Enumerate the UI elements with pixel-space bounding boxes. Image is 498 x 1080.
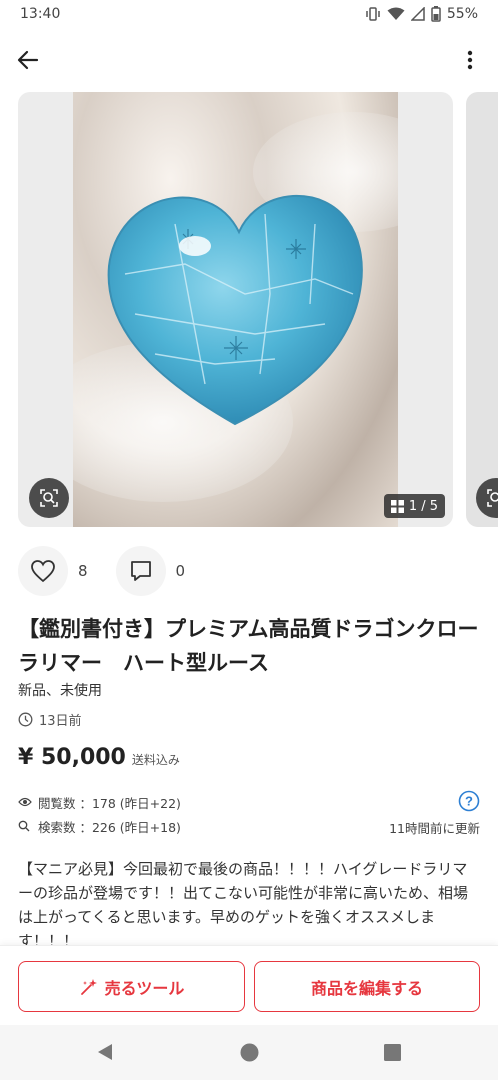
status-icons: 55% <box>365 6 478 22</box>
comment-count: 0 <box>175 562 186 580</box>
search-icon <box>18 820 32 832</box>
status-bar: 13:40 55% <box>0 0 498 28</box>
comment-icon <box>130 561 151 581</box>
sell-tool-label: 売るツール <box>104 978 185 998</box>
help-icon[interactable]: ? <box>458 790 480 812</box>
item-description: 【マニア必見】今回最初で最後の商品！！！！ハイグレードラリマーの珍品が登場です！… <box>18 860 469 950</box>
updated-time: 11時間前に更新 <box>389 821 480 836</box>
sparkle-wand-icon <box>80 978 97 995</box>
shipping-info: 送料込み <box>131 753 180 767</box>
comment-button[interactable] <box>115 546 166 596</box>
like-count: 8 <box>78 562 88 580</box>
arrow-left-icon <box>17 50 39 70</box>
clock-icon <box>18 712 33 727</box>
searches-text: 検索数 ：226 (昨日+18) <box>38 819 181 835</box>
page-counter-text: 1 / 5 <box>408 498 438 514</box>
item-price: ¥ 50,000 <box>18 745 126 770</box>
product-photo[interactable] <box>73 92 398 527</box>
posted-time: 13日前 <box>18 710 82 729</box>
more-vert-icon <box>467 50 473 70</box>
nav-home-icon[interactable] <box>240 1043 259 1062</box>
nav-back-icon[interactable] <box>96 1043 114 1061</box>
vibrate-icon <box>366 7 380 21</box>
item-title: 【鑑別書付き】プレミアム高品質ドラゴンクローラリマー ハート型ルース <box>18 617 479 675</box>
posted-time-text: 13日前 <box>39 714 82 729</box>
signal-icon <box>410 7 425 21</box>
item-stats: 閲覧数 ：178 (昨日+22) ? 検索数 ：226 (昨日+18) 11時間… <box>18 790 480 838</box>
image-search-button[interactable] <box>476 478 498 518</box>
item-actions: 8 0 <box>18 546 213 596</box>
eye-icon <box>18 797 32 807</box>
price-row: ¥ 50,000 送料込み <box>18 745 180 770</box>
image-search-icon <box>487 489 498 507</box>
nav-recents-icon[interactable] <box>384 1044 401 1061</box>
page-counter[interactable]: 1 / 5 <box>383 494 445 518</box>
edit-item-label: 商品を編集する <box>310 978 423 998</box>
battery-icon <box>431 6 441 22</box>
back-button[interactable] <box>14 46 42 74</box>
image-carousel[interactable]: 1 / 5 <box>0 92 498 527</box>
views-text: 閲覧数 ：178 (昨日+22) <box>38 795 181 811</box>
sell-tool-button[interactable]: 売るツール <box>18 961 245 1012</box>
battery-percent: 55% <box>446 6 478 22</box>
bottom-action-bar: 売るツール 商品を編集する <box>0 945 498 1025</box>
heart-icon <box>31 560 55 583</box>
like-button[interactable] <box>18 546 68 596</box>
edit-item-button[interactable]: 商品を編集する <box>254 961 480 1012</box>
svg-text:?: ? <box>465 794 473 809</box>
image-search-icon <box>40 489 58 507</box>
grid-icon <box>390 499 404 513</box>
larimar-heart-image <box>107 194 363 426</box>
status-time: 13:40 <box>20 6 61 22</box>
app-bar <box>0 40 498 80</box>
carousel-next-slide[interactable] <box>466 92 498 527</box>
views-row: 閲覧数 ：178 (昨日+22) ? <box>18 790 480 814</box>
carousel-slide[interactable]: 1 / 5 <box>18 92 453 527</box>
searches-row: 検索数 ：226 (昨日+18) 11時間前に更新 <box>18 814 480 838</box>
more-options-button[interactable] <box>456 46 484 74</box>
wifi-icon <box>387 7 405 20</box>
item-condition: 新品、未使用 <box>18 683 102 699</box>
image-search-button[interactable] <box>29 478 69 518</box>
system-nav-bar <box>0 1025 498 1080</box>
